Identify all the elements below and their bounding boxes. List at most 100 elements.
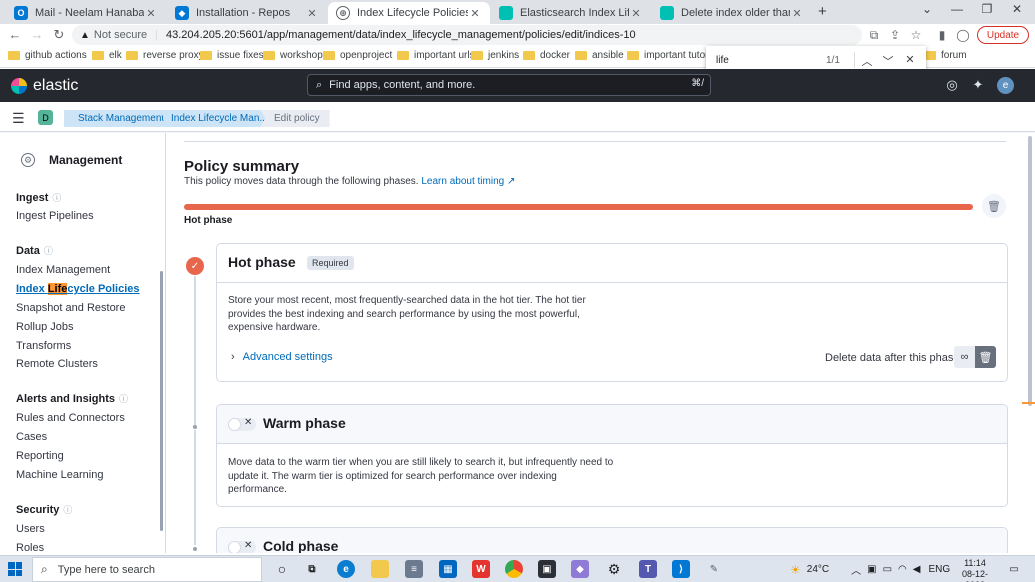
browser-tab[interactable]: ◆ Installation - Repos ✕ bbox=[167, 2, 327, 24]
bookmark-star-icon[interactable]: ☆ bbox=[908, 27, 924, 43]
advanced-settings-toggle[interactable]: › Advanced settings bbox=[231, 351, 333, 363]
sidebar-item-index-lifecycle-policies[interactable]: Index Lifecycle Policies bbox=[16, 283, 140, 295]
breadcrumb-index-lifecycle[interactable]: Index Lifecycle Man... bbox=[157, 110, 278, 127]
sidebar-item-reporting[interactable]: Reporting bbox=[16, 450, 64, 462]
cortana-icon[interactable]: ○ bbox=[273, 560, 291, 578]
reload-icon[interactable]: ↻ bbox=[51, 27, 67, 43]
browser-tab[interactable]: O Mail - Neelam Hanabaratti - Out ✕ bbox=[6, 2, 166, 24]
bookmark-item[interactable]: important tutori bbox=[627, 50, 711, 61]
store-icon[interactable]: ▦ bbox=[439, 560, 457, 578]
share-icon[interactable]: ⇪ bbox=[887, 27, 903, 43]
scrollbar-thumb[interactable] bbox=[1028, 136, 1032, 406]
sidebar-item-transforms[interactable]: Transforms bbox=[16, 340, 71, 352]
wifi-icon[interactable]: ◠ bbox=[898, 564, 907, 575]
browser-tab[interactable]: Elasticsearch Index Lifecycle Polic ✕ bbox=[491, 2, 651, 24]
close-window-icon[interactable]: ✕ bbox=[1002, 2, 1032, 16]
chevron-up-icon[interactable]: ︿ bbox=[851, 562, 861, 577]
settings-icon[interactable]: ⚙ bbox=[605, 560, 623, 578]
notepad-icon[interactable]: ≡ bbox=[405, 560, 423, 578]
maximize-icon[interactable]: ❐ bbox=[972, 2, 1002, 16]
file-explorer-icon[interactable] bbox=[371, 560, 389, 578]
profile-icon[interactable]: ◯ bbox=[955, 27, 971, 43]
address-bar[interactable]: ▲ Not secure | 43.204.205.20:5601/app/ma… bbox=[72, 25, 862, 45]
side-panel-icon[interactable]: ▮ bbox=[934, 27, 950, 43]
warm-phase-switch[interactable]: ✕ bbox=[228, 417, 256, 431]
translate-icon[interactable]: ⧉ bbox=[866, 27, 882, 43]
sidebar-scrollbar[interactable] bbox=[160, 271, 163, 531]
bookmark-item[interactable]: github actions bbox=[8, 50, 87, 61]
breadcrumb-stack-management[interactable]: Stack Management bbox=[64, 110, 175, 127]
update-button[interactable]: Update bbox=[977, 26, 1029, 44]
bookmark-item[interactable]: forum bbox=[924, 50, 967, 61]
windows-start-icon[interactable] bbox=[8, 562, 22, 576]
sidebar-item-roles[interactable]: Roles bbox=[16, 542, 44, 553]
news-feed-icon[interactable]: ✦ bbox=[970, 77, 986, 93]
close-tab-icon[interactable]: ✕ bbox=[629, 7, 643, 20]
browser-tab-active[interactable]: ⊕ Index Lifecycle Policies - Elastic ✕ bbox=[328, 2, 490, 24]
taskbar-clock[interactable]: 11:14 08-12-2022 bbox=[952, 558, 998, 582]
task-view-icon[interactable]: ⧉ bbox=[303, 560, 321, 578]
sidebar-item-rules-connectors[interactable]: Rules and Connectors bbox=[16, 412, 125, 424]
space-avatar[interactable]: D bbox=[38, 110, 53, 125]
chrome-icon[interactable] bbox=[505, 560, 523, 578]
find-next-icon[interactable]: ﹀ bbox=[881, 53, 895, 69]
find-close-icon[interactable]: ✕ bbox=[903, 53, 917, 66]
bookmark-item[interactable]: jenkins bbox=[471, 50, 519, 61]
volume-icon[interactable]: ◀ bbox=[913, 564, 921, 575]
browser-tab[interactable]: Delete index older than a week - ✕ bbox=[652, 2, 812, 24]
teams-icon[interactable]: T bbox=[639, 560, 657, 578]
find-previous-icon[interactable]: ︿ bbox=[860, 53, 874, 69]
sidebar-item-users[interactable]: Users bbox=[16, 523, 45, 535]
sidebar-item-rollup-jobs[interactable]: Rollup Jobs bbox=[16, 321, 73, 333]
learn-about-timing-link[interactable]: Learn about timing ↗ bbox=[421, 176, 515, 187]
close-tab-icon[interactable]: ✕ bbox=[790, 7, 804, 20]
notification-icon[interactable]: ▭ bbox=[1005, 560, 1023, 578]
taskbar-search-input[interactable]: ⌕ Type here to search bbox=[32, 557, 262, 582]
sidebar-item-ingest-pipelines[interactable]: Ingest Pipelines bbox=[16, 210, 94, 222]
help-icon[interactable]: ◎ bbox=[944, 77, 960, 93]
camera-icon[interactable]: ▣ bbox=[867, 564, 876, 575]
outlook-icon: O bbox=[14, 6, 28, 20]
bookmark-item[interactable]: openproject bbox=[323, 50, 392, 61]
cold-phase-switch[interactable]: ✕ bbox=[228, 540, 256, 553]
infinity-icon[interactable]: ∞ bbox=[954, 346, 975, 368]
bookmark-item[interactable]: reverse proxy bbox=[126, 50, 204, 61]
terminal-icon[interactable]: ▣ bbox=[538, 560, 556, 578]
pen-icon[interactable]: ✎ bbox=[705, 560, 723, 578]
sidebar-item-machine-learning[interactable]: Machine Learning bbox=[16, 469, 103, 481]
edge-icon[interactable]: e bbox=[337, 560, 355, 578]
trash-icon[interactable]: 🗑 bbox=[982, 194, 1006, 218]
forward-icon[interactable]: → bbox=[29, 27, 45, 43]
minimize-icon[interactable]: — bbox=[942, 2, 972, 16]
elastic-logo[interactable]: elastic bbox=[11, 77, 78, 95]
git-icon[interactable]: ◆ bbox=[571, 560, 589, 578]
vscode-icon[interactable]: ⟩ bbox=[672, 560, 690, 578]
breadcrumb-edit-policy: Edit policy bbox=[260, 110, 330, 127]
bookmark-item[interactable]: issue fixes bbox=[200, 50, 264, 61]
user-avatar[interactable]: e bbox=[997, 77, 1014, 94]
sidebar-item-snapshot-restore[interactable]: Snapshot and Restore bbox=[16, 302, 125, 314]
battery-icon[interactable]: ▭ bbox=[883, 564, 892, 575]
page-scrollbar[interactable] bbox=[1025, 133, 1035, 553]
tab-search-icon[interactable]: ⌄ bbox=[912, 2, 942, 16]
global-search-input[interactable]: ⌕ Find apps, content, and more. ⌘/ bbox=[307, 74, 711, 96]
wps-office-icon[interactable]: W bbox=[472, 560, 490, 578]
bookmark-item[interactable]: important urls bbox=[397, 50, 475, 61]
menu-icon[interactable]: ☰ bbox=[12, 110, 25, 127]
bookmark-item[interactable]: ansible bbox=[575, 50, 624, 61]
close-tab-icon[interactable]: ✕ bbox=[144, 7, 158, 20]
bookmark-item[interactable]: docker bbox=[523, 50, 570, 61]
find-input[interactable]: life bbox=[716, 55, 729, 66]
bookmark-item[interactable]: workshop bbox=[263, 50, 323, 61]
new-tab-button[interactable]: + bbox=[818, 3, 827, 20]
sidebar-item-cases[interactable]: Cases bbox=[16, 431, 47, 443]
language-indicator[interactable]: ENG bbox=[928, 564, 950, 575]
weather-temperature[interactable]: 24°C bbox=[807, 564, 829, 575]
sidebar-item-index-management[interactable]: Index Management bbox=[16, 264, 110, 276]
sidebar-item-remote-clusters[interactable]: Remote Clusters bbox=[16, 358, 98, 370]
close-tab-icon[interactable]: ✕ bbox=[468, 7, 482, 20]
close-tab-icon[interactable]: ✕ bbox=[305, 7, 319, 20]
back-icon[interactable]: ← bbox=[7, 27, 23, 43]
bookmark-item[interactable]: elk bbox=[92, 50, 122, 61]
trash-icon[interactable]: 🗑 bbox=[975, 346, 996, 368]
